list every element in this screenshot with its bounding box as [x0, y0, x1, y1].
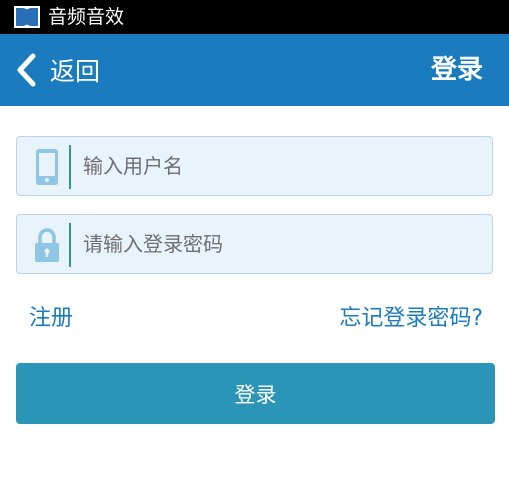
username-input[interactable] — [83, 137, 483, 195]
field-divider — [69, 223, 71, 267]
header-bar: 返回 登录 — [0, 34, 509, 106]
forgot-password-link[interactable]: 忘记登录密码? — [339, 300, 483, 332]
back-label: 返回 — [50, 57, 101, 86]
login-button[interactable]: 登录 — [16, 363, 495, 424]
phone-icon — [36, 149, 58, 185]
username-field[interactable] — [16, 136, 493, 196]
app-name: 音频音效 — [48, 6, 125, 28]
lock-icon — [35, 228, 59, 262]
field-divider — [69, 145, 71, 189]
page-title: 登录 — [430, 55, 483, 85]
status-bar: 音频音效 — [0, 0, 509, 34]
back-button[interactable]: 返回 — [14, 48, 100, 92]
chevron-left-icon — [17, 53, 36, 87]
dolby-logo-icon — [14, 6, 40, 28]
password-input[interactable] — [83, 215, 483, 273]
password-field[interactable] — [16, 214, 493, 274]
register-link[interactable]: 注册 — [29, 300, 73, 332]
